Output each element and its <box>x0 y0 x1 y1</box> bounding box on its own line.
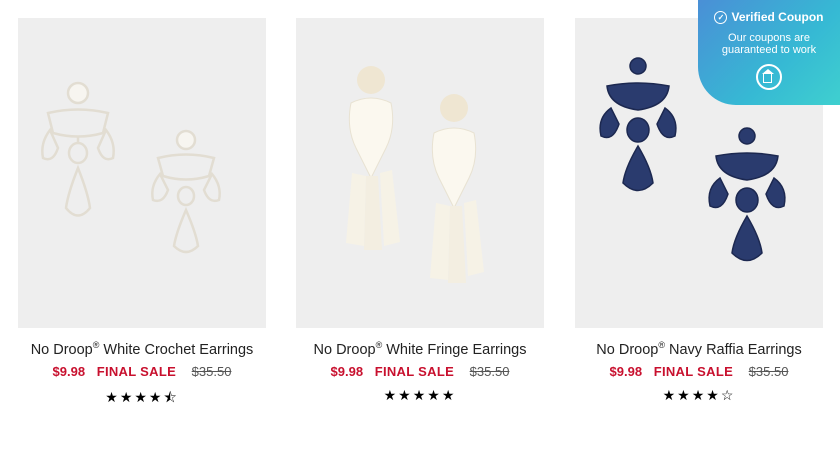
star-rating: ★★★★☆ <box>662 387 736 403</box>
product-image[interactable] <box>296 18 544 328</box>
price-row: $9.98 FINAL SALE $35.50 <box>296 364 544 379</box>
original-price: $35.50 <box>469 364 510 379</box>
sale-price: $9.98 <box>52 364 86 379</box>
sale-price: $9.98 <box>330 364 364 379</box>
sale-price: $9.98 <box>609 364 643 379</box>
product-image[interactable] <box>18 18 266 328</box>
product-name[interactable]: No Droop® Navy Raffia Earrings <box>575 340 823 360</box>
final-sale-label: FINAL SALE <box>96 364 177 379</box>
star-rating: ★★★★★ <box>383 387 457 403</box>
product-name[interactable]: No Droop® White Fringe Earrings <box>296 340 544 360</box>
verified-coupon-badge[interactable]: ✓ Verified Coupon Our coupons are guarant… <box>698 0 840 105</box>
badge-title: ✓ Verified Coupon <box>698 10 840 25</box>
product-name[interactable]: No Droop® White Crochet Earrings <box>18 340 266 360</box>
price-row: $9.98 FINAL SALE $35.50 <box>18 364 266 379</box>
final-sale-label: FINAL SALE <box>374 364 455 379</box>
white-crochet-earrings-image <box>41 81 221 254</box>
original-price: $35.50 <box>191 364 232 379</box>
badge-subtitle: Our coupons are guaranteed to work <box>721 32 817 57</box>
check-icon: ✓ <box>714 11 728 25</box>
final-sale-label: FINAL SALE <box>653 364 734 379</box>
star-rating: ★★★★⯪ <box>105 389 179 405</box>
product-card-white-crochet[interactable]: No Droop® White Crochet Earrings $9.98 F… <box>18 18 266 411</box>
white-fringe-earrings-image <box>346 66 484 283</box>
product-card-white-fringe[interactable]: No Droop® White Fringe Earrings $9.98 FI… <box>296 18 544 404</box>
original-price: $35.50 <box>748 364 789 379</box>
price-row: $9.98 FINAL SALE $35.50 <box>575 364 823 379</box>
home-icon[interactable] <box>756 64 782 91</box>
